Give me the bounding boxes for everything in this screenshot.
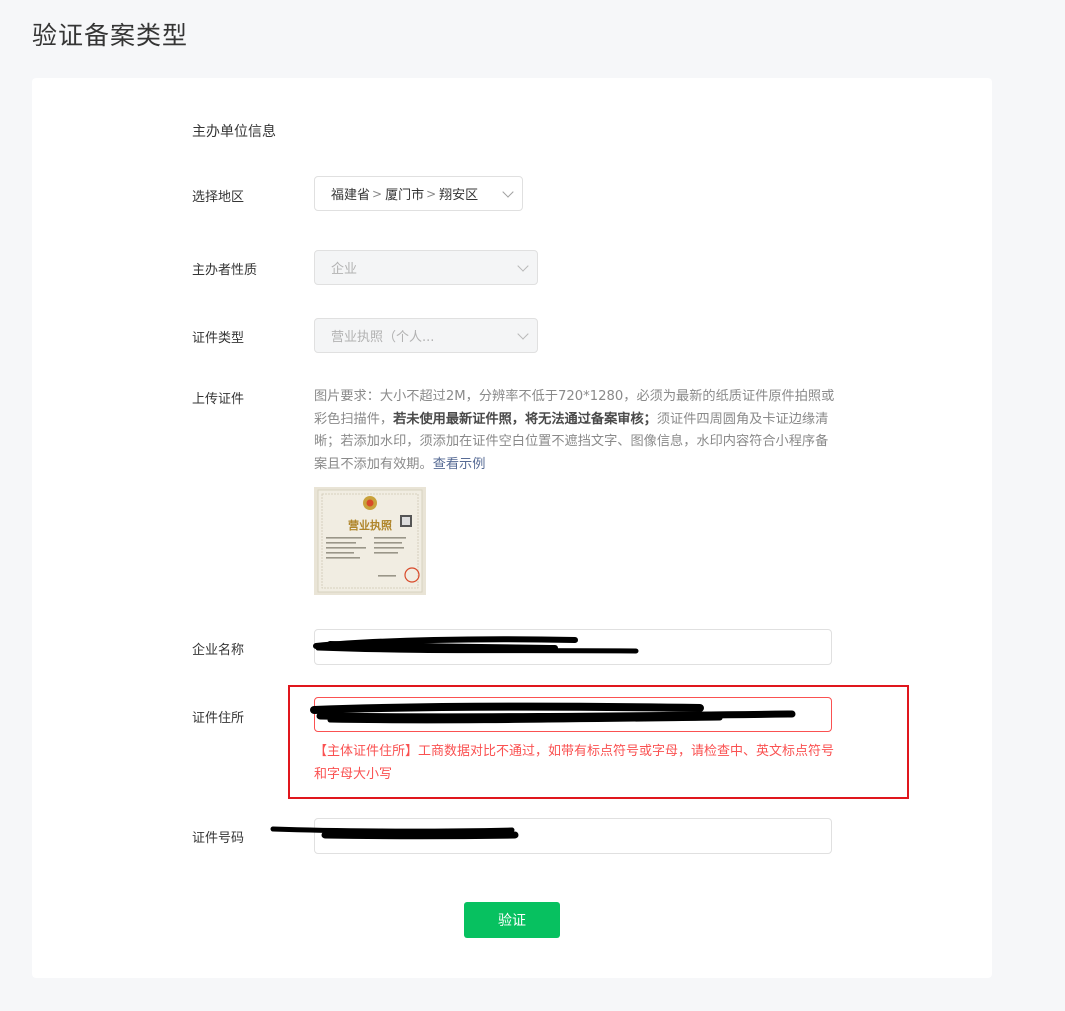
cert-number-input[interactable]	[314, 818, 832, 854]
host-nature-select: 企业	[314, 250, 538, 285]
host-nature-label: 主办者性质	[192, 263, 258, 278]
section-title: 主办单位信息	[192, 124, 276, 140]
region-select[interactable]: 福建省 > 厦门市 > 翔安区	[314, 176, 523, 211]
license-thumbnail[interactable]: 营业执照	[314, 487, 426, 595]
host-nature-value: 企业	[331, 262, 358, 277]
view-example-link[interactable]: 查看示例	[433, 457, 486, 472]
region-city: 厦门市	[385, 188, 425, 203]
highlight-annotation-box	[288, 685, 909, 799]
upload-desc-bold: 若未使用最新证件照，将无法通过备案审核；	[393, 411, 657, 427]
region-separator: >	[372, 186, 383, 201]
page-title: 验证备案类型	[32, 21, 189, 50]
chevron-down-icon	[502, 185, 514, 198]
cert-type-label: 证件类型	[192, 331, 245, 346]
license-image: 营业执照	[314, 487, 426, 595]
company-name-label: 企业名称	[192, 643, 245, 658]
verify-button[interactable]: 验证	[464, 902, 560, 938]
chevron-down-icon	[517, 327, 529, 340]
region-separator: >	[426, 186, 437, 201]
upload-requirements: 图片要求：大小不超过2M，分辨率不低于720*1280，必须为最新的纸质证件原件…	[314, 386, 836, 476]
cert-type-value: 营业执照（个人...	[331, 330, 435, 345]
region-label: 选择地区	[192, 190, 245, 205]
license-title-text: 营业执照	[348, 518, 392, 532]
chevron-down-icon	[517, 259, 529, 272]
company-name-input[interactable]	[314, 629, 832, 665]
region-province: 福建省	[331, 188, 371, 203]
upload-label: 上传证件	[192, 392, 245, 407]
region-district: 翔安区	[439, 188, 479, 203]
cert-number-label: 证件号码	[192, 831, 245, 846]
cert-address-label: 证件住所	[192, 711, 245, 726]
cert-type-select: 营业执照（个人...	[314, 318, 538, 353]
